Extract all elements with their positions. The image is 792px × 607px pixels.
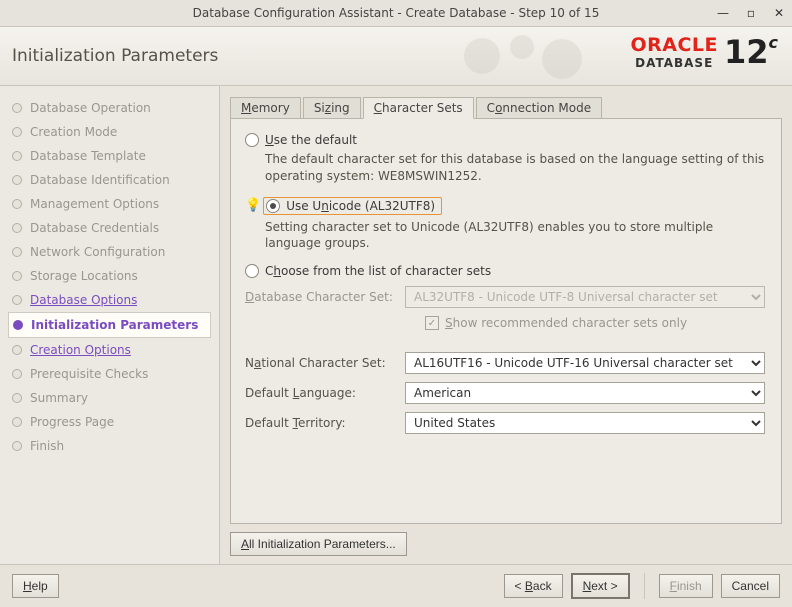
tab-character-sets[interactable]: Character Sets <box>363 97 474 119</box>
radio-icon <box>266 199 280 213</box>
step-prerequisite-checks: Prerequisite Checks <box>8 362 211 386</box>
tab-connection-mode[interactable]: Connection Mode <box>476 97 602 119</box>
step-finish: Finish <box>8 434 211 458</box>
radio-use-default[interactable]: Use the default <box>245 133 767 147</box>
radio-icon <box>245 264 259 278</box>
character-sets-panel: Use the default The default character se… <box>230 118 782 524</box>
main-panel: Memory Sizing Character Sets Connection … <box>220 86 792 564</box>
window-controls: — ▫ ✕ <box>716 0 786 26</box>
window-title: Database Configuration Assistant - Creat… <box>193 6 600 20</box>
next-button[interactable]: Next > <box>571 573 630 599</box>
brand-database-text: DATABASE <box>635 57 713 69</box>
close-icon[interactable]: ✕ <box>772 6 786 20</box>
step-database-credentials: Database Credentials <box>8 216 211 240</box>
banner: Initialization Parameters ORACLE DATABAS… <box>0 27 792 86</box>
terr-select[interactable]: United States <box>405 412 765 434</box>
help-button[interactable]: Help <box>12 574 59 598</box>
show-reco-row: ✓ Show recommended character sets only <box>425 316 767 330</box>
back-button[interactable]: < Back <box>504 574 563 598</box>
radio-use-default-label: Use the default <box>265 133 357 147</box>
step-storage-locations: Storage Locations <box>8 264 211 288</box>
step-database-identification: Database Identification <box>8 168 211 192</box>
show-reco-label: Show recommended character sets only <box>445 316 687 330</box>
radio-icon <box>245 133 259 147</box>
dbcs-select: AL32UTF8 - Unicode UTF-8 Universal chara… <box>405 286 765 308</box>
lang-label: Default Language: <box>245 386 405 400</box>
maximize-icon[interactable]: ▫ <box>744 6 758 20</box>
lightbulb-icon: 💡 <box>245 198 261 213</box>
finish-button: Finish <box>659 574 713 598</box>
checkbox-icon: ✓ <box>425 316 439 330</box>
all-params-area: All Initialization Parameters... <box>220 532 792 564</box>
tab-sizing[interactable]: Sizing <box>303 97 361 119</box>
gears-decoration-icon <box>452 29 612 83</box>
terr-label: Default Territory: <box>245 416 405 430</box>
brand-oracle-text: ORACLE <box>630 36 718 55</box>
step-management-options: Management Options <box>8 192 211 216</box>
step-initialization-parameters[interactable]: Initialization Parameters <box>8 312 211 338</box>
dbcs-row: Database Character Set: AL32UTF8 - Unico… <box>245 286 767 308</box>
lang-row: Default Language: American <box>245 382 767 404</box>
ncs-select[interactable]: AL16UTF16 - Unicode UTF-16 Universal cha… <box>405 352 765 374</box>
radio-choose-list[interactable]: Choose from the list of character sets <box>245 264 767 278</box>
brand-logo: ORACLE DATABASE 12c <box>630 33 778 71</box>
cancel-button[interactable]: Cancel <box>721 574 780 598</box>
step-database-template: Database Template <box>8 144 211 168</box>
tab-charsets-label: C <box>374 101 382 115</box>
title-bar: Database Configuration Assistant - Creat… <box>0 0 792 27</box>
param-tabs: Memory Sizing Character Sets Connection … <box>220 86 792 118</box>
step-creation-options[interactable]: Creation Options <box>8 338 211 362</box>
terr-row: Default Territory: United States <box>245 412 767 434</box>
body: Database Operation Creation Mode Databas… <box>0 86 792 564</box>
step-creation-mode: Creation Mode <box>8 120 211 144</box>
radio-use-unicode[interactable]: Use Unicode (AL32UTF8) <box>266 199 435 213</box>
tab-memory[interactable]: Memory <box>230 97 301 119</box>
step-database-options[interactable]: Database Options <box>8 288 211 312</box>
step-summary: Summary <box>8 386 211 410</box>
wizard-footer: Help < Back Next > Finish Cancel <box>0 564 792 607</box>
dbcs-label: Database Character Set: <box>245 290 405 304</box>
brand-version: 12c <box>724 33 778 71</box>
radio-choose-list-label: Choose from the list of character sets <box>265 264 491 278</box>
all-init-params-button[interactable]: All Initialization Parameters... <box>230 532 407 556</box>
use-unicode-desc: Setting character set to Unicode (AL32UT… <box>265 219 767 253</box>
radio-use-unicode-label: Use Unicode (AL32UTF8) <box>286 199 435 213</box>
step-progress-page: Progress Page <box>8 410 211 434</box>
tab-memory-label: M <box>241 101 251 115</box>
ncs-label: National Character Set: <box>245 356 405 370</box>
radio-use-unicode-wrap: 💡 Use Unicode (AL32UTF8) <box>245 197 442 215</box>
use-default-desc: The default character set for this datab… <box>265 151 767 185</box>
ncs-row: National Character Set: AL16UTF16 - Unic… <box>245 352 767 374</box>
separator <box>644 573 645 599</box>
lang-select[interactable]: American <box>405 382 765 404</box>
step-database-operation: Database Operation <box>8 96 211 120</box>
dbca-window: Database Configuration Assistant - Creat… <box>0 0 792 607</box>
wizard-steps-sidebar: Database Operation Creation Mode Databas… <box>0 86 220 564</box>
step-network-configuration: Network Configuration <box>8 240 211 264</box>
page-title: Initialization Parameters <box>12 46 218 66</box>
minimize-icon[interactable]: — <box>716 6 730 20</box>
